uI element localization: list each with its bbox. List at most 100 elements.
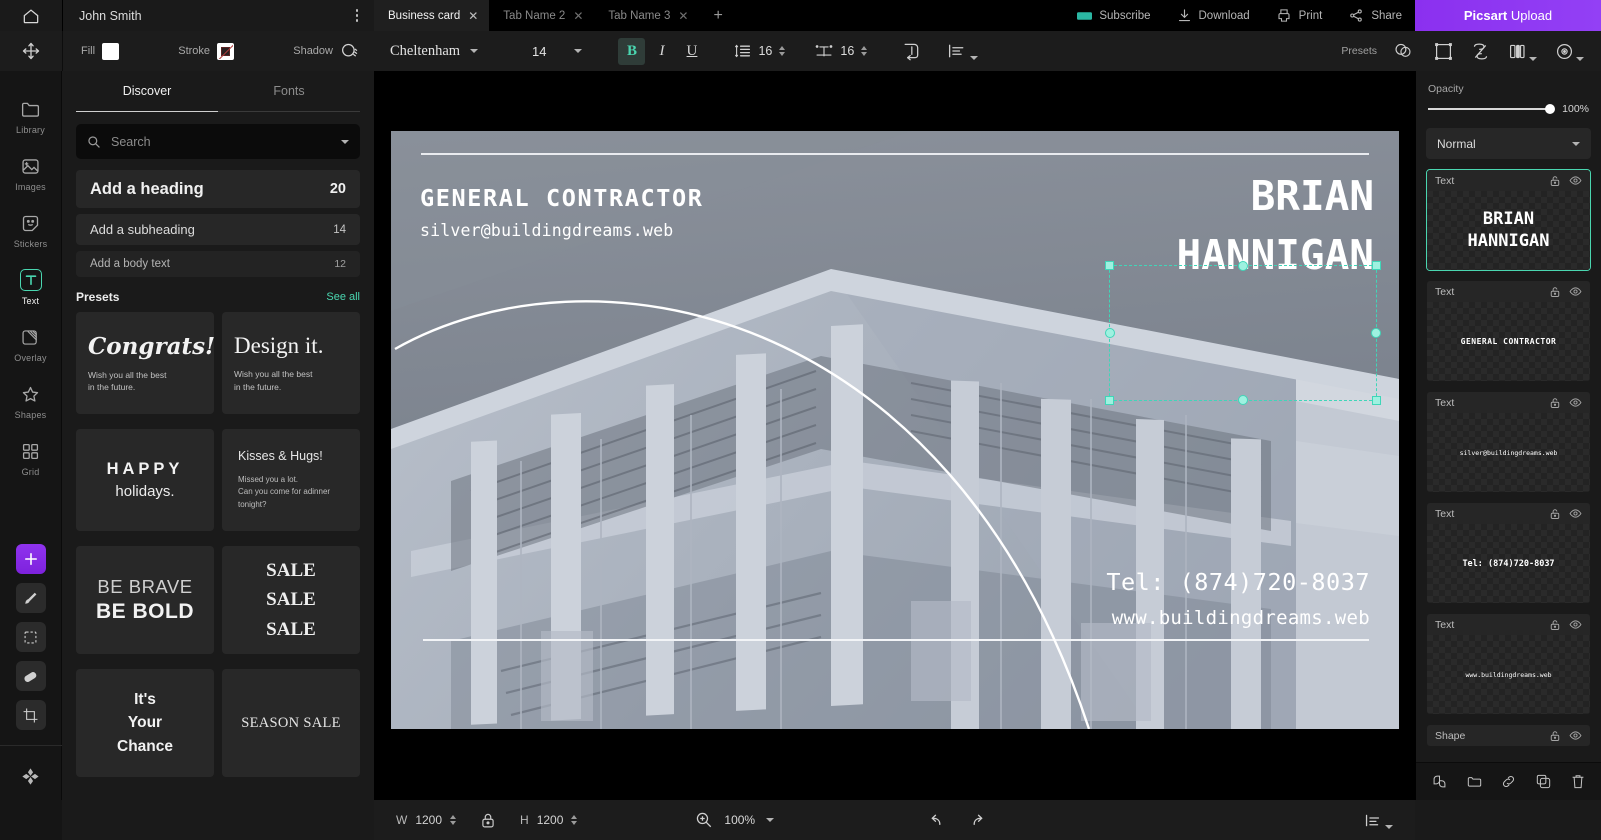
fill-swatch[interactable] xyxy=(102,42,120,60)
eye-icon[interactable] xyxy=(1569,507,1582,520)
preset-card-sale[interactable]: SALE SALE SALE xyxy=(222,546,360,654)
sidebar-item-shapes[interactable]: Shapes xyxy=(0,372,62,429)
resize-handle-left-center[interactable] xyxy=(1105,328,1115,338)
height-stepper[interactable] xyxy=(571,815,578,825)
sidebar-item-images[interactable]: Images xyxy=(0,144,62,201)
lock-aspect-icon[interactable] xyxy=(480,812,496,829)
preset-card-happy[interactable]: HAPPY holidays. xyxy=(76,429,214,531)
preset-card-kisses[interactable]: Kisses & Hugs! Missed you a lot. Can you… xyxy=(222,429,360,531)
canvas-width-control[interactable]: W 1200 xyxy=(396,813,457,827)
card-telephone[interactable]: Tel: (874)720-8037 xyxy=(1106,568,1370,596)
add-plus-icon[interactable] xyxy=(15,544,46,574)
tab-name-3[interactable]: Tab Name 3 ✕ xyxy=(594,0,699,31)
print-button[interactable]: Print xyxy=(1263,0,1336,31)
opacity-slider[interactable] xyxy=(1428,104,1556,114)
business-card-canvas[interactable]: GENERAL CONTRACTOR silver@buildingdreams… xyxy=(391,131,1399,729)
lock-icon[interactable] xyxy=(1549,397,1561,409)
underline-button[interactable]: U xyxy=(678,38,705,65)
resize-handle-top-center[interactable] xyxy=(1238,261,1248,271)
stroke-control[interactable]: Stroke xyxy=(178,42,235,60)
zoom-control[interactable]: 100% xyxy=(695,811,775,829)
selection-marquee-icon[interactable] xyxy=(15,622,46,652)
resize-handle-top-left[interactable] xyxy=(1105,261,1114,270)
opacity-slider-thumb[interactable] xyxy=(1545,104,1556,114)
eye-icon[interactable] xyxy=(1569,174,1582,187)
group-icon[interactable] xyxy=(1466,773,1483,790)
search-input[interactable] xyxy=(111,134,331,149)
kebab-menu-icon[interactable] xyxy=(352,5,363,26)
resize-handle-bottom-left[interactable] xyxy=(1105,396,1114,405)
add-heading-button[interactable]: Add a heading 20 xyxy=(76,170,360,208)
line-height-control[interactable]: 16 xyxy=(735,43,786,59)
sidebar-item-overlay[interactable]: Overlay xyxy=(0,315,62,372)
subscribe-button[interactable]: Subscribe xyxy=(1064,0,1163,31)
sidebar-item-stickers[interactable]: Stickers xyxy=(0,201,62,258)
layer-item[interactable]: Text GENERAL CONTRACTOR xyxy=(1426,280,1591,382)
letter-spacing-stepper[interactable] xyxy=(861,46,868,56)
selection-box[interactable] xyxy=(1105,261,1381,405)
text-align-icon[interactable] xyxy=(947,42,979,60)
sidebar-item-text[interactable]: Text xyxy=(0,258,62,315)
layer-item[interactable]: Text Tel: (874)720-8037 xyxy=(1426,502,1591,604)
preset-card-its-your-chance[interactable]: It's Your Chance xyxy=(76,669,214,777)
bold-button[interactable]: B xyxy=(618,37,646,65)
letter-spacing-control[interactable]: 16 xyxy=(815,43,868,59)
preset-card-season-sale[interactable]: SEASON SALE xyxy=(222,669,360,777)
duplicate-layer-icon[interactable] xyxy=(1535,773,1552,790)
sidebar-item-library[interactable]: Library xyxy=(0,87,62,144)
preset-card-congrats[interactable]: Congrats! Wish you all the best in the f… xyxy=(76,312,214,414)
link-icon[interactable] xyxy=(1500,773,1517,790)
tab-fonts[interactable]: Fonts xyxy=(218,71,360,111)
delete-icon[interactable] xyxy=(1570,773,1586,790)
redo-icon[interactable] xyxy=(969,812,988,828)
chevron-down-icon[interactable] xyxy=(341,139,349,144)
eye-icon[interactable] xyxy=(1569,729,1582,742)
preset-card-brave[interactable]: BE BRAVE BE BOLD xyxy=(76,546,214,654)
add-subheading-button[interactable]: Add a subheading 14 xyxy=(76,214,360,245)
eye-icon[interactable] xyxy=(1569,396,1582,409)
close-icon[interactable]: ✕ xyxy=(573,10,583,22)
width-stepper[interactable] xyxy=(450,815,457,825)
lock-icon[interactable] xyxy=(1549,730,1561,742)
layer-item[interactable]: Text www.buildingdreams.web xyxy=(1426,613,1591,715)
line-height-stepper[interactable] xyxy=(779,46,786,56)
resize-handle-right-center[interactable] xyxy=(1371,328,1381,338)
shadow-control[interactable]: Shadow xyxy=(293,42,360,60)
brush-icon[interactable] xyxy=(15,583,46,613)
lock-icon[interactable] xyxy=(1549,619,1561,631)
close-icon[interactable]: ✕ xyxy=(468,10,478,22)
flip-icon[interactable] xyxy=(1462,42,1499,61)
duplicate-icon[interactable] xyxy=(1499,42,1546,61)
presets-shape-icon[interactable] xyxy=(1384,42,1425,60)
lock-icon[interactable] xyxy=(1549,175,1561,187)
layer-item[interactable]: Text silver@buildingdreams.web xyxy=(1426,391,1591,493)
share-button[interactable]: Share xyxy=(1335,0,1415,31)
blend-mode-select[interactable]: Normal xyxy=(1426,128,1591,159)
resize-handle-bottom-right[interactable] xyxy=(1372,396,1381,405)
eraser-icon[interactable] xyxy=(15,661,46,691)
undo-icon[interactable] xyxy=(926,812,945,828)
canvas-height-control[interactable]: H 1200 xyxy=(520,813,578,827)
tab-name-2[interactable]: Tab Name 2 ✕ xyxy=(489,0,594,31)
canvas-area[interactable]: GENERAL CONTRACTOR silver@buildingdreams… xyxy=(374,71,1415,800)
eye-icon[interactable] xyxy=(1569,285,1582,298)
lock-icon[interactable] xyxy=(1549,508,1561,520)
add-tab-button[interactable]: + xyxy=(699,0,736,31)
fill-control[interactable]: Fill xyxy=(81,42,120,60)
text-curve-icon[interactable] xyxy=(901,41,921,61)
close-icon[interactable]: ✕ xyxy=(678,10,688,22)
italic-button[interactable]: I xyxy=(648,38,675,65)
font-size-select[interactable]: 14 xyxy=(532,44,583,59)
picsart-upload-button[interactable]: Picsart Upload xyxy=(1415,0,1601,31)
add-body-text-button[interactable]: Add a body text 12 xyxy=(76,251,360,277)
merge-icon[interactable] xyxy=(1431,773,1448,790)
lock-icon[interactable] xyxy=(1549,286,1561,298)
tab-discover[interactable]: Discover xyxy=(76,71,218,111)
stroke-swatch[interactable] xyxy=(217,42,235,60)
align-panel-icon[interactable] xyxy=(1363,812,1393,829)
download-button[interactable]: Download xyxy=(1164,0,1263,31)
preset-card-design[interactable]: Design it. Wish you all the best in the … xyxy=(222,312,360,414)
crop-icon[interactable] xyxy=(15,700,46,730)
move-tool-button[interactable] xyxy=(0,31,62,71)
search-box[interactable] xyxy=(76,124,360,159)
